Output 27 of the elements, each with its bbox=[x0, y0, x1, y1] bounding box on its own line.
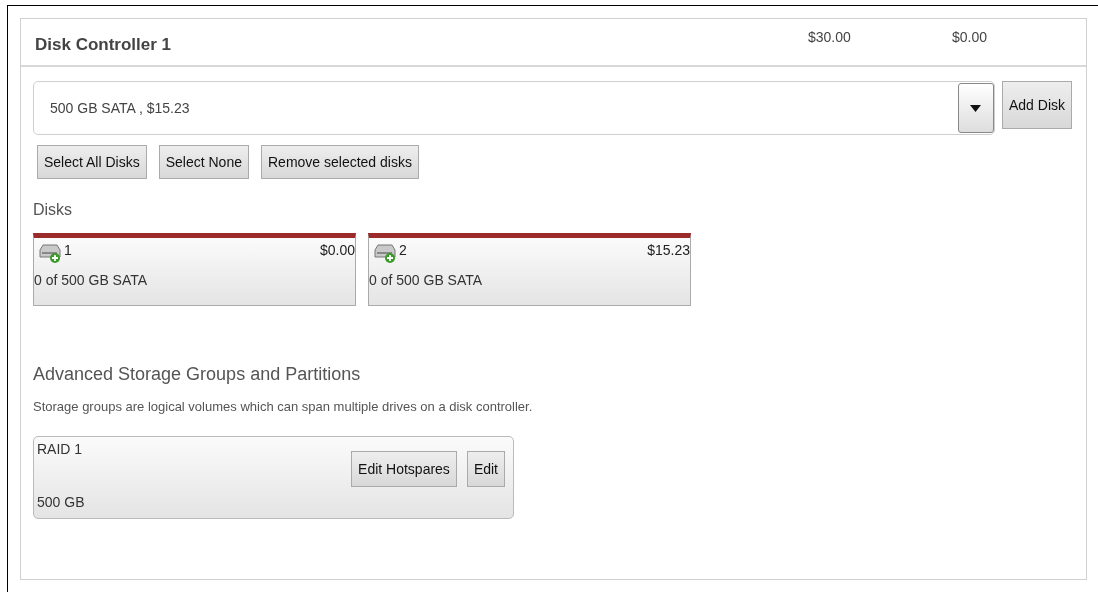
group-name: RAID 1 bbox=[37, 441, 84, 459]
selection-button[interactable]: Select All Disks bbox=[37, 145, 147, 179]
disk-number: 2 bbox=[399, 242, 408, 258]
disk-select[interactable]: 500 GB SATA , $15.23 bbox=[33, 81, 995, 135]
dropdown-button[interactable] bbox=[957, 83, 994, 133]
disk-price: $0.00 bbox=[319, 242, 355, 258]
price: $30.00 bbox=[808, 29, 852, 45]
add-disk-button[interactable]: Add Disk bbox=[1001, 81, 1072, 129]
group-button[interactable]: Edit Hotspares bbox=[351, 451, 457, 487]
group-button[interactable]: Edit bbox=[466, 451, 505, 487]
disk-price: $15.23 bbox=[647, 242, 690, 258]
disk-card[interactable]: 1 $0.00 0 of 500 GB SATA bbox=[33, 233, 356, 306]
disk-drive-icon bbox=[38, 242, 62, 264]
disk-drive-icon bbox=[373, 242, 397, 264]
disks-heading: Disks bbox=[33, 201, 74, 219]
selection-button[interactable]: Select None bbox=[158, 145, 249, 179]
storage-heading: Advanced Storage Groups and Partitions bbox=[33, 364, 362, 385]
group-size: 500 GB bbox=[37, 494, 86, 510]
disk-number: 1 bbox=[64, 242, 73, 258]
disk-card[interactable]: 2 $15.23 0 of 500 GB SATA bbox=[368, 233, 691, 306]
controller-title: Disk Controller 1 bbox=[35, 35, 173, 55]
caret-icon bbox=[970, 104, 982, 112]
disk-capacity: 0 of 500 GB SATA bbox=[369, 272, 484, 288]
selection-button[interactable]: Remove selected disks bbox=[261, 145, 419, 179]
price: $0.00 bbox=[952, 29, 989, 45]
disk-capacity: 0 of 500 GB SATA bbox=[34, 272, 149, 288]
storage-description: Storage groups are logical volumes which can span multiple drives on a disk controller. bbox=[33, 399, 534, 414]
